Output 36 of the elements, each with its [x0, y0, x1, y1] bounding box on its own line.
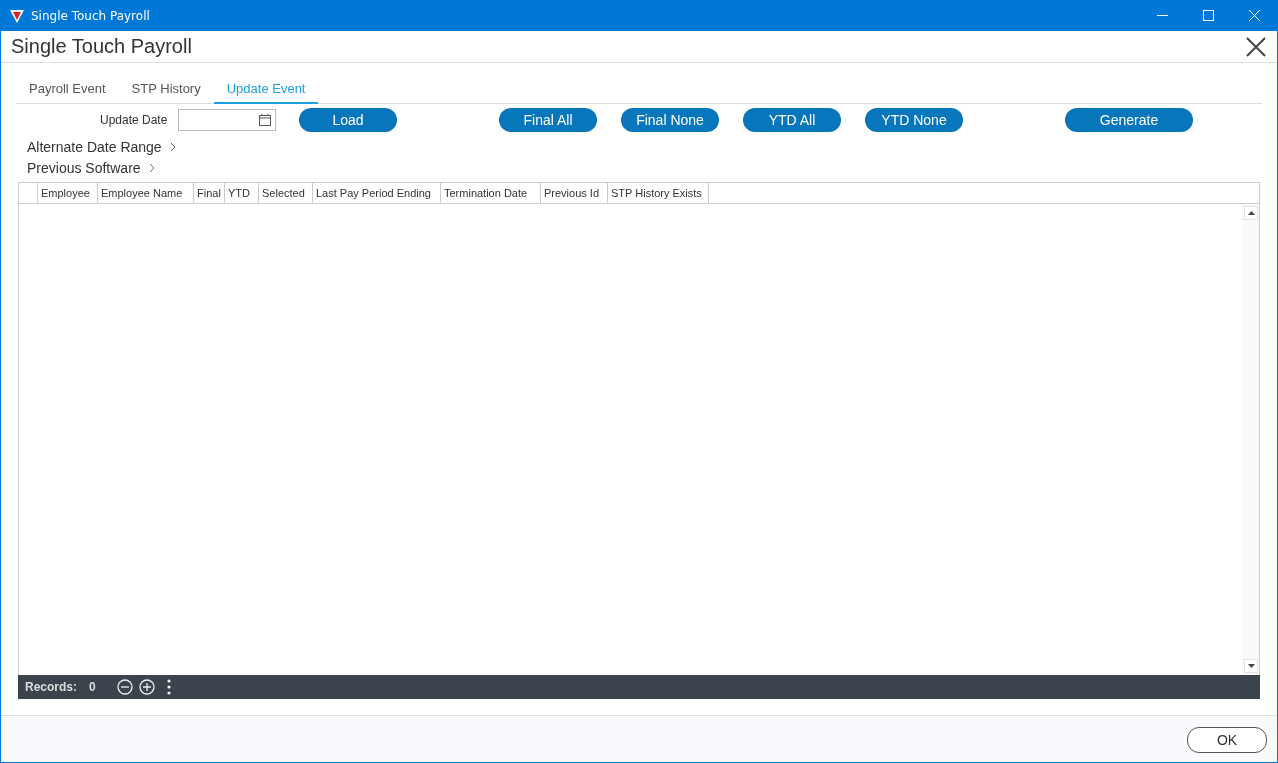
- scroll-down-icon[interactable]: [1244, 659, 1258, 673]
- column-header[interactable]: STP History Exists: [608, 183, 709, 203]
- records-count: 0: [89, 680, 97, 694]
- column-header[interactable]: Previous Id: [541, 183, 608, 203]
- close-button[interactable]: [1245, 35, 1267, 58]
- column-header[interactable]: YTD: [225, 183, 259, 203]
- close-icon[interactable]: [1248, 10, 1260, 21]
- dialog-title: Single Touch Payroll: [11, 35, 193, 58]
- app-logo-icon: [9, 7, 25, 24]
- column-header[interactable]: Employee Name: [98, 183, 194, 203]
- column-header[interactable]: Final: [194, 183, 225, 203]
- action-button[interactable]: YTD None: [865, 108, 963, 132]
- calendar-icon[interactable]: [259, 114, 271, 126]
- action-button[interactable]: Load: [299, 108, 397, 132]
- column-header[interactable]: Employee: [38, 183, 98, 203]
- column-header[interactable]: Last Pay Period Ending: [313, 183, 441, 203]
- records-label: Records:: [25, 680, 77, 694]
- remove-icon[interactable]: [116, 678, 134, 696]
- tab[interactable]: Payroll Event: [16, 75, 119, 104]
- field-label: Update Date: [100, 113, 169, 127]
- window-title: Single Touch Payroll: [31, 8, 151, 23]
- tab[interactable]: STP History: [118, 75, 214, 104]
- action-button[interactable]: YTD All: [743, 108, 841, 132]
- action-button[interactable]: Final None: [621, 108, 719, 132]
- action-button[interactable]: Final All: [499, 108, 597, 132]
- ok-button[interactable]: OK: [1187, 726, 1267, 753]
- expander-link[interactable]: Previous Software: [27, 157, 155, 178]
- expander-link[interactable]: Alternate Date Range: [27, 136, 176, 157]
- action-button[interactable]: Generate: [1065, 108, 1193, 132]
- date-field[interactable]: [178, 109, 276, 131]
- maximize-icon[interactable]: [1202, 10, 1214, 21]
- scrollbar[interactable]: [1242, 204, 1259, 675]
- add-icon[interactable]: [138, 678, 156, 696]
- column-header[interactable]: Termination Date: [441, 183, 541, 203]
- scroll-up-icon[interactable]: [1244, 206, 1258, 220]
- column-header[interactable]: Selected: [259, 183, 313, 203]
